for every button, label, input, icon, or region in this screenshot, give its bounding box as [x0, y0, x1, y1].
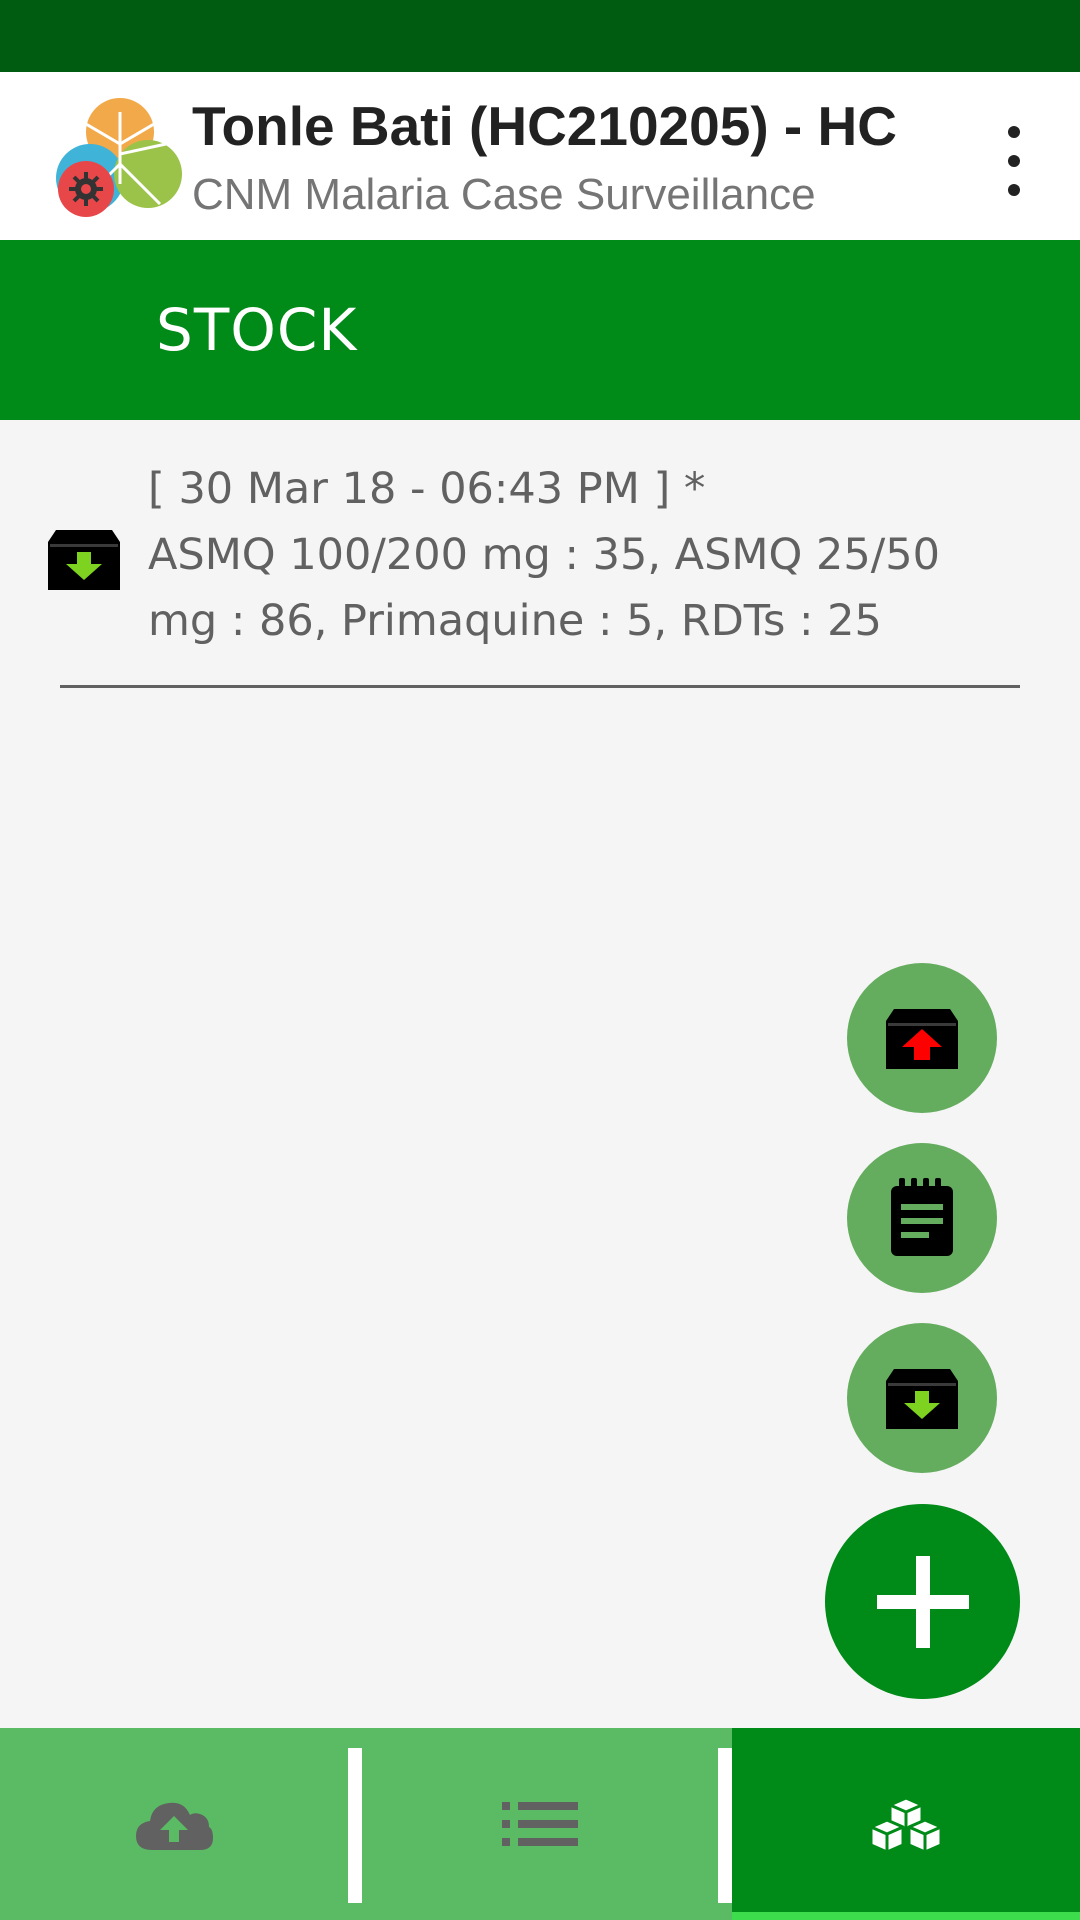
- section-title: STOCK: [156, 296, 358, 364]
- app-bar: Tonle Bati (HC210205) - HC CNM Malaria C…: [0, 72, 1080, 240]
- stock-report-button[interactable]: [847, 1143, 997, 1293]
- add-button[interactable]: [825, 1504, 1020, 1699]
- status-bar: [0, 0, 1080, 72]
- section-header: STOCK: [0, 240, 1080, 420]
- more-vert-icon[interactable]: [990, 126, 1038, 196]
- entry-details: ASMQ 100/200 mg : 35, ASMQ 25/50 mg : 86…: [148, 530, 940, 646]
- nav-separator: [718, 1748, 732, 1903]
- stock-in-icon: [886, 1369, 958, 1429]
- cubes-icon: [869, 1796, 943, 1852]
- stock-report-icon: [891, 1178, 953, 1256]
- stock-out-button[interactable]: [847, 963, 997, 1113]
- active-tab-indicator: [732, 1912, 1080, 1920]
- entry-text: [ 30 Mar 18 - 06:43 PM ] * ASMQ 100/200 …: [148, 456, 1008, 654]
- entry-timestamp: [ 30 Mar 18 - 06:43 PM ] *: [148, 464, 706, 514]
- app-subtitle: CNM Malaria Case Surveillance: [192, 170, 816, 219]
- stock-out-icon: [886, 1009, 958, 1069]
- list-icon: [502, 1802, 578, 1846]
- bottom-nav: [0, 1728, 1080, 1920]
- stock-entry-item[interactable]: [ 30 Mar 18 - 06:43 PM ] * ASMQ 100/200 …: [0, 440, 1080, 690]
- tab-stock[interactable]: [732, 1728, 1080, 1920]
- app-title: Tonle Bati (HC210205) - HC: [192, 95, 897, 157]
- plus-icon: [876, 1555, 969, 1648]
- tab-upload[interactable]: [0, 1728, 348, 1920]
- mosquito-logo-icon: [56, 98, 182, 217]
- cloud-upload-icon: [136, 1802, 213, 1850]
- stock-in-button[interactable]: [847, 1323, 997, 1473]
- entry-divider: [60, 685, 1020, 688]
- tab-list[interactable]: [362, 1728, 718, 1920]
- stock-in-icon: [48, 530, 120, 590]
- nav-separator: [348, 1748, 362, 1903]
